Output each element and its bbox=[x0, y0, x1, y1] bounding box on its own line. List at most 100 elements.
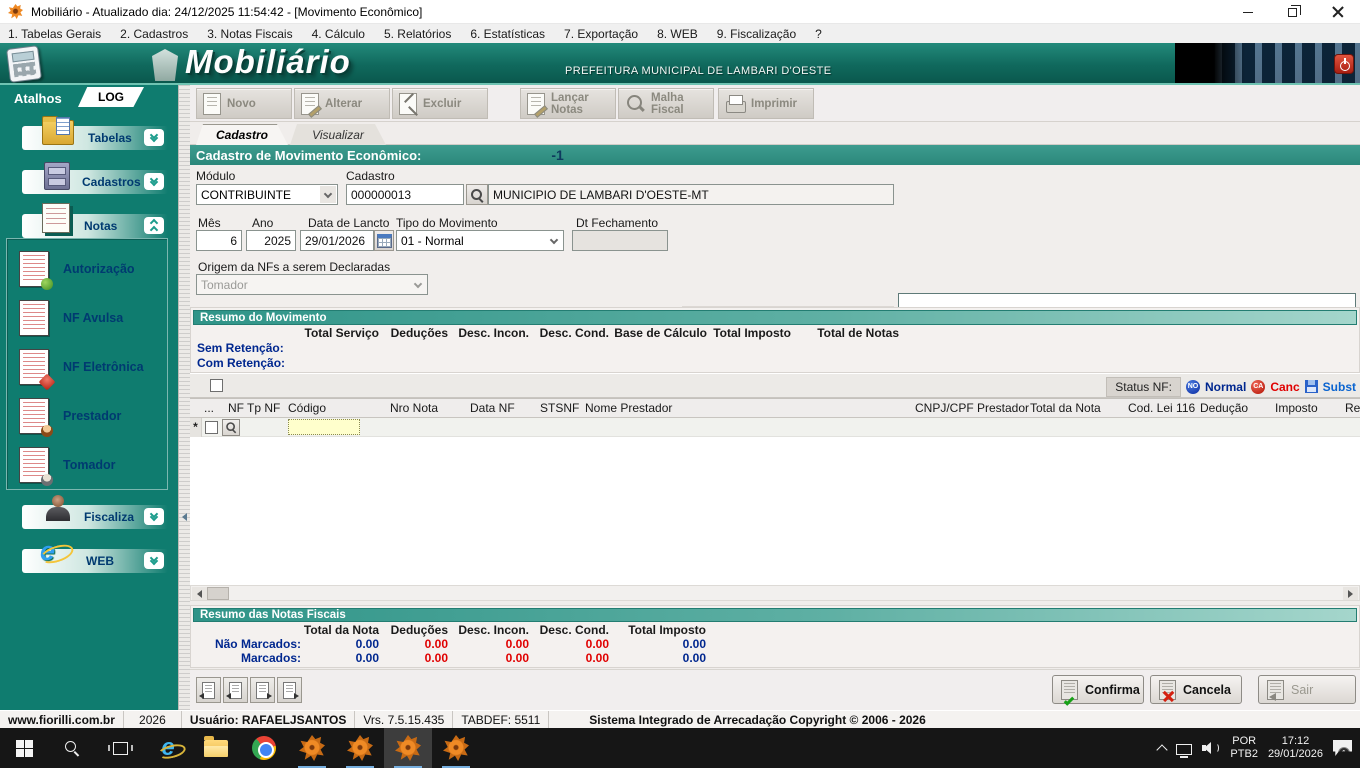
sidebar-item-tabelas[interactable]: Tabelas bbox=[22, 126, 168, 150]
sidebar-item-notas[interactable]: Notas bbox=[22, 214, 168, 238]
taskbar-app-3-active[interactable] bbox=[384, 728, 432, 768]
chevron-down-icon[interactable] bbox=[144, 129, 164, 146]
menu-exportacao[interactable]: 7. Exportação bbox=[564, 27, 638, 41]
start-button[interactable] bbox=[0, 728, 48, 768]
app-flower-icon bbox=[395, 735, 421, 761]
sidebar-item-nf-avulsa[interactable]: NF Avulsa bbox=[19, 296, 159, 340]
close-button[interactable] bbox=[1315, 0, 1360, 24]
tipo-movimento-select[interactable]: 01 - Normal bbox=[396, 230, 564, 251]
taskbar-app-2[interactable] bbox=[336, 728, 384, 768]
statusbar-year: 2026 bbox=[124, 711, 182, 729]
menu-tabelas-gerais[interactable]: 1. Tabelas Gerais bbox=[8, 27, 101, 41]
toolbar: Novo Alterar Excluir Lançar Notas Malha … bbox=[190, 85, 1360, 122]
scroll-right-icon[interactable] bbox=[1343, 587, 1358, 600]
cabinet-icon bbox=[44, 162, 70, 190]
modulo-select[interactable]: CONTRIBUINTE bbox=[196, 184, 338, 205]
menu-calculo[interactable]: 4. Cálculo bbox=[312, 27, 365, 41]
taskbar-explorer[interactable] bbox=[192, 728, 240, 768]
chevron-down-icon[interactable] bbox=[144, 508, 164, 525]
power-icon[interactable] bbox=[1334, 54, 1354, 74]
imprimir-button[interactable]: Imprimir bbox=[718, 88, 814, 119]
calendar-button[interactable] bbox=[374, 230, 394, 251]
origem-label: Origem da NFs a serem Declaradas bbox=[198, 260, 390, 274]
sidebar-item-fiscaliza[interactable]: Fiscaliza bbox=[22, 505, 168, 529]
taskbar-ie[interactable]: e bbox=[144, 728, 192, 768]
malha-fiscal-button[interactable]: Malha Fiscal bbox=[618, 88, 714, 119]
chevron-down-icon[interactable] bbox=[144, 173, 164, 190]
chevron-down-icon[interactable] bbox=[320, 186, 336, 203]
menu-estatisticas[interactable]: 6. Estatísticas bbox=[470, 27, 545, 41]
menu-fiscalizacao[interactable]: 9. Fiscalização bbox=[717, 27, 796, 41]
tab-cadastro[interactable]: Cadastro bbox=[196, 124, 288, 145]
codigo-edit-cell[interactable] bbox=[288, 419, 360, 435]
taskbar-chrome[interactable] bbox=[240, 728, 288, 768]
sidebar-splitter[interactable] bbox=[178, 85, 190, 710]
resumo-movimento-section: Resumo do Movimento Total Serviço Deduçõ… bbox=[190, 307, 1360, 373]
chevron-up-icon[interactable] bbox=[144, 217, 164, 234]
record-last-button[interactable] bbox=[277, 677, 302, 703]
menu-help[interactable]: ? bbox=[815, 27, 822, 41]
chevron-down-icon[interactable] bbox=[546, 232, 562, 249]
record-prev-button[interactable] bbox=[223, 677, 248, 703]
select-all-checkbox[interactable] bbox=[210, 379, 223, 392]
volume-icon[interactable] bbox=[1202, 741, 1220, 755]
ano-input[interactable] bbox=[246, 230, 296, 251]
delete-doc-icon bbox=[399, 93, 417, 115]
grid-status-row: Status NF: NO Normal CA Canc Subst bbox=[190, 373, 1360, 398]
cadastro-search-button[interactable] bbox=[466, 184, 488, 205]
novo-button[interactable]: Novo bbox=[196, 88, 292, 119]
keyboard-layout: PTB2 bbox=[1230, 748, 1258, 761]
scroll-left-icon[interactable] bbox=[192, 587, 207, 600]
menu-notas-fiscais[interactable]: 3. Notas Fiscais bbox=[207, 27, 292, 41]
ano-label: Ano bbox=[252, 216, 273, 230]
printer-icon bbox=[725, 93, 745, 115]
new-record-row[interactable]: * bbox=[190, 418, 1360, 437]
grid-hscrollbar[interactable] bbox=[190, 585, 1360, 601]
lancar-notas-button[interactable]: Lançar Notas bbox=[520, 88, 616, 119]
menu-relatorios[interactable]: 5. Relatórios bbox=[384, 27, 451, 41]
confirm-check-icon bbox=[1061, 680, 1078, 700]
excluir-button[interactable]: Excluir bbox=[392, 88, 488, 119]
windows-start-icon bbox=[16, 740, 33, 757]
row-search-button[interactable] bbox=[222, 419, 240, 436]
col-nome-prestador: Nome Prestador bbox=[585, 401, 672, 415]
sidebar-log-tab[interactable]: LOG bbox=[78, 87, 144, 107]
network-icon[interactable] bbox=[1176, 744, 1192, 755]
data-lancto-input[interactable] bbox=[300, 230, 374, 251]
titlebar: Mobiliário - Atualizado dia: 24/12/2025 … bbox=[0, 0, 1360, 24]
tray-chevron-up-icon[interactable] bbox=[1157, 744, 1168, 755]
clock-date: 29/01/2026 bbox=[1268, 748, 1323, 761]
restore-button[interactable] bbox=[1270, 0, 1315, 24]
status-canc-label: Canc bbox=[1270, 380, 1299, 394]
sidebar-item-autorizacao[interactable]: Autorização bbox=[19, 247, 159, 291]
sidebar-item-web[interactable]: e WEB bbox=[22, 549, 168, 573]
record-first-button[interactable] bbox=[196, 677, 221, 703]
chevron-down-icon[interactable] bbox=[144, 552, 164, 569]
record-next-button[interactable] bbox=[250, 677, 275, 703]
alterar-button[interactable]: Alterar bbox=[294, 88, 390, 119]
notification-icon[interactable]: 1 bbox=[1333, 740, 1352, 756]
taskbar-search-button[interactable] bbox=[48, 728, 96, 768]
resumo-notas-headers: Total da Nota Deduções Desc. Incon. Desc… bbox=[191, 623, 706, 637]
sidebar-item-tomador[interactable]: Tomador bbox=[19, 443, 159, 487]
minimize-button[interactable] bbox=[1225, 0, 1270, 24]
taskbar-app-4[interactable] bbox=[432, 728, 480, 768]
col-imposto: Imposto bbox=[1275, 401, 1318, 415]
menu-web[interactable]: 8. WEB bbox=[657, 27, 698, 41]
menu-cadastros[interactable]: 2. Cadastros bbox=[120, 27, 188, 41]
sidebar-item-nf-eletronica[interactable]: NF Eletrônica bbox=[19, 345, 159, 389]
sidebar-item-cadastros[interactable]: Cadastros bbox=[22, 170, 168, 194]
cancela-button[interactable]: Cancela bbox=[1150, 675, 1242, 704]
row-checkbox[interactable] bbox=[205, 421, 218, 434]
tab-visualizar[interactable]: Visualizar bbox=[290, 124, 386, 145]
taskbar-app-1[interactable] bbox=[288, 728, 336, 768]
sidebar-item-prestador[interactable]: Prestador bbox=[19, 394, 159, 438]
confirma-button[interactable]: Confirma bbox=[1052, 675, 1144, 704]
task-view-button[interactable] bbox=[96, 728, 144, 768]
scroll-thumb[interactable] bbox=[207, 587, 229, 600]
search-icon bbox=[470, 188, 484, 202]
clock[interactable]: 17:12 29/01/2026 bbox=[1268, 735, 1323, 761]
language-indicator[interactable]: POR PTB2 bbox=[1230, 735, 1258, 761]
cadastro-input[interactable] bbox=[346, 184, 464, 205]
mes-input[interactable] bbox=[196, 230, 242, 251]
